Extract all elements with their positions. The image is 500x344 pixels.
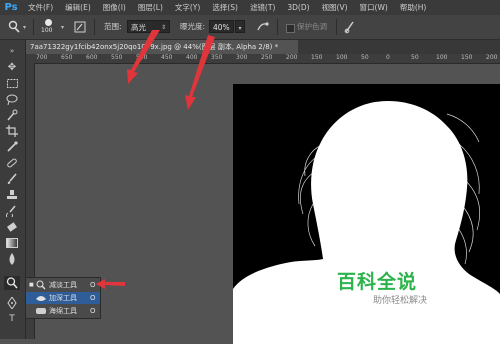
annotation-arrow-range: [127, 30, 160, 84]
watermark-subtitle: 助你轻松解决: [373, 296, 428, 306]
annotation-arrow-flyout: [96, 279, 125, 289]
annotation-arrow-exposure: [185, 35, 215, 110]
annotation-arrows: [96, 30, 215, 289]
watermark-title: 百科全说: [337, 271, 418, 293]
